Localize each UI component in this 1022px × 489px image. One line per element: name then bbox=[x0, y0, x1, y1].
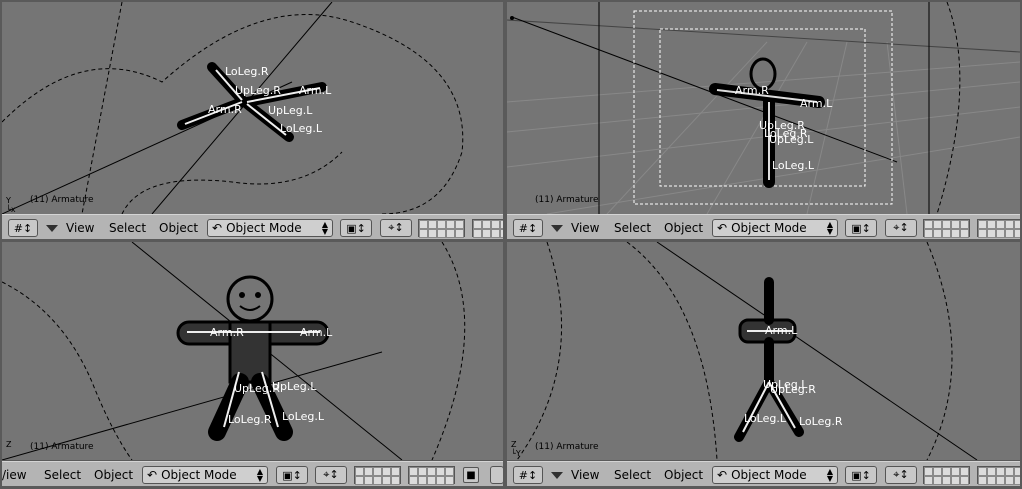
viewport-header-bottom-right: #↕ View Select Object ↶ Object Mode ▲ ▼ ▣… bbox=[507, 461, 1020, 487]
mode-label: Object Mode bbox=[226, 221, 302, 235]
bone-label: LoLeg.L bbox=[280, 122, 323, 135]
viewport-top-right[interactable]: Arm.R Arm.L UpLeg.R LoLeg.R UpLeg.L LoLe… bbox=[507, 2, 1020, 214]
header-overflow-button[interactable] bbox=[490, 466, 503, 484]
select-menu[interactable]: Select bbox=[109, 221, 146, 235]
menu-collapse-icon[interactable] bbox=[46, 225, 58, 232]
layer-buttons-1[interactable] bbox=[923, 466, 970, 485]
chevron-updown-icon: ▲ ▼ bbox=[256, 467, 263, 483]
armature-mode-icon: ↶ bbox=[717, 468, 728, 482]
grid-icon[interactable]: #↕ bbox=[513, 466, 543, 484]
view-menu[interactable]: /iew bbox=[2, 468, 27, 482]
mode-selector[interactable]: ↶ Object Mode ▲ ▼ bbox=[712, 466, 838, 484]
mode-label: Object Mode bbox=[161, 468, 237, 482]
select-menu[interactable]: Select bbox=[614, 468, 651, 482]
bone-label: Arm.R bbox=[735, 84, 769, 97]
bone-label: Arm.L bbox=[299, 84, 332, 97]
bone-label: Arm.L bbox=[800, 97, 833, 110]
bone-label: LoLeg.L bbox=[772, 159, 815, 172]
bone-label: UpLeg.L bbox=[769, 133, 814, 146]
bone-label: Arm.R bbox=[208, 103, 242, 116]
mode-selector[interactable]: ↶ Object Mode ▲ ▼ bbox=[142, 466, 268, 484]
viewport-object-label: (11) Armature bbox=[30, 442, 94, 452]
axis-gizmo: Z └Y bbox=[511, 440, 521, 458]
object-menu[interactable]: Object bbox=[664, 221, 703, 235]
bone-label: LoLeg.R bbox=[799, 415, 843, 428]
armature-mode-icon: ↶ bbox=[717, 221, 728, 235]
layer-buttons-2[interactable] bbox=[472, 219, 503, 238]
layer-buttons-1[interactable] bbox=[418, 219, 465, 238]
chevron-updown-icon: ▲ ▼ bbox=[826, 220, 833, 236]
bone-label: UpLeg.L bbox=[272, 380, 317, 393]
viewport-object-label: (11) Armature bbox=[30, 195, 94, 205]
view-menu[interactable]: View bbox=[571, 468, 599, 482]
pivot-point-icon[interactable]: ⌖↕ bbox=[380, 219, 412, 237]
viewport-object-label: (11) Armature bbox=[535, 442, 599, 452]
select-menu[interactable]: Select bbox=[44, 468, 81, 482]
bone-label: UpLeg.R bbox=[235, 84, 281, 97]
wireframe-shading-icon[interactable]: ▣↕ bbox=[340, 219, 372, 237]
object-menu[interactable]: Object bbox=[664, 468, 703, 482]
grid-icon[interactable]: #↕ bbox=[8, 219, 38, 237]
armature-mode-icon: ↶ bbox=[212, 221, 223, 235]
bone-label: UpLeg.L bbox=[268, 104, 313, 117]
bone-label: UpLeg.R bbox=[770, 383, 816, 396]
viewport-header-bottom-left: /iew Select Object ↶ Object Mode ▲ ▼ ▣↕ ⌖… bbox=[2, 461, 503, 487]
select-menu[interactable]: Select bbox=[614, 221, 651, 235]
layer-buttons-2[interactable] bbox=[977, 466, 1020, 485]
bone-label: LoLeg.L bbox=[744, 412, 787, 425]
pivot-point-icon[interactable]: ⌖↕ bbox=[885, 219, 917, 237]
bone-label: Arm.R bbox=[210, 326, 244, 339]
layer-buttons-1[interactable] bbox=[923, 219, 970, 238]
pivot-point-icon[interactable]: ⌖↕ bbox=[885, 466, 917, 484]
bone-label: Arm.L bbox=[300, 326, 333, 339]
viewport-header-top-left: #↕ View Select Object ↶ Object Mode ▲ ▼ ▣… bbox=[2, 214, 503, 240]
layer-buttons-1[interactable] bbox=[354, 466, 401, 485]
grid-icon[interactable]: #↕ bbox=[513, 219, 543, 237]
viewport-top-left[interactable]: LoLeg.R UpLeg.R Arm.L Arm.R UpLeg.L LoLe… bbox=[2, 2, 503, 214]
axis-gizmo: Z bbox=[6, 440, 12, 449]
menu-collapse-icon[interactable] bbox=[551, 472, 563, 479]
viewport-bottom-left[interactable]: Arm.R Arm.L UpLeg.R UpLeg.L LoLeg.R LoLe… bbox=[2, 242, 503, 460]
armature-mode-icon: ↶ bbox=[147, 468, 158, 482]
view-menu[interactable]: View bbox=[571, 221, 599, 235]
wireframe-shading-icon[interactable]: ▣↕ bbox=[845, 219, 877, 237]
view-menu[interactable]: View bbox=[66, 221, 94, 235]
object-menu[interactable]: Object bbox=[159, 221, 198, 235]
viewport-object-label: (11) Armature bbox=[535, 195, 599, 205]
mode-label: Object Mode bbox=[731, 221, 807, 235]
object-menu[interactable]: Object bbox=[94, 468, 133, 482]
chevron-updown-icon: ▲ ▼ bbox=[826, 467, 833, 483]
bone-label: LoLeg.R bbox=[228, 413, 272, 426]
mode-label: Object Mode bbox=[731, 468, 807, 482]
scene-bottom-right: Arm.L UpLeg.L UpLeg.R LoLeg.L LoLeg.R bbox=[516, 242, 978, 460]
layer-buttons-2[interactable] bbox=[408, 466, 455, 485]
menu-collapse-icon[interactable] bbox=[551, 225, 563, 232]
bone-label: LoLeg.L bbox=[282, 410, 325, 423]
lock-icon[interactable]: ■ bbox=[463, 467, 479, 483]
layer-buttons-2[interactable] bbox=[977, 219, 1020, 238]
viewport-header-top-right: #↕ View Select Object ↶ Object Mode ▲ ▼ ▣… bbox=[507, 214, 1020, 240]
axis-gizmo: Y └x bbox=[6, 196, 16, 214]
mode-selector[interactable]: ↶ Object Mode ▲ ▼ bbox=[712, 219, 838, 237]
wireframe-shading-icon[interactable]: ▣↕ bbox=[276, 466, 308, 484]
mode-selector[interactable]: ↶ Object Mode ▲ ▼ bbox=[207, 219, 333, 237]
wireframe-shading-icon[interactable]: ▣↕ bbox=[845, 466, 877, 484]
bone-label: LoLeg.R bbox=[225, 65, 269, 78]
viewport-bottom-right[interactable]: Arm.L UpLeg.L UpLeg.R LoLeg.L LoLeg.R Z └… bbox=[507, 242, 1020, 460]
chevron-updown-icon: ▲ ▼ bbox=[321, 220, 328, 236]
scene-bottom-left: Arm.R Arm.L UpLeg.R UpLeg.L LoLeg.R LoLe… bbox=[2, 242, 466, 460]
pivot-point-icon[interactable]: ⌖↕ bbox=[315, 466, 347, 484]
scene-top-right: Arm.R Arm.L UpLeg.R LoLeg.R UpLeg.L LoLe… bbox=[507, 2, 1020, 214]
scene-top-left: LoLeg.R UpLeg.R Arm.L Arm.R UpLeg.L LoLe… bbox=[2, 2, 464, 214]
bone-label: Arm.L bbox=[765, 324, 798, 337]
